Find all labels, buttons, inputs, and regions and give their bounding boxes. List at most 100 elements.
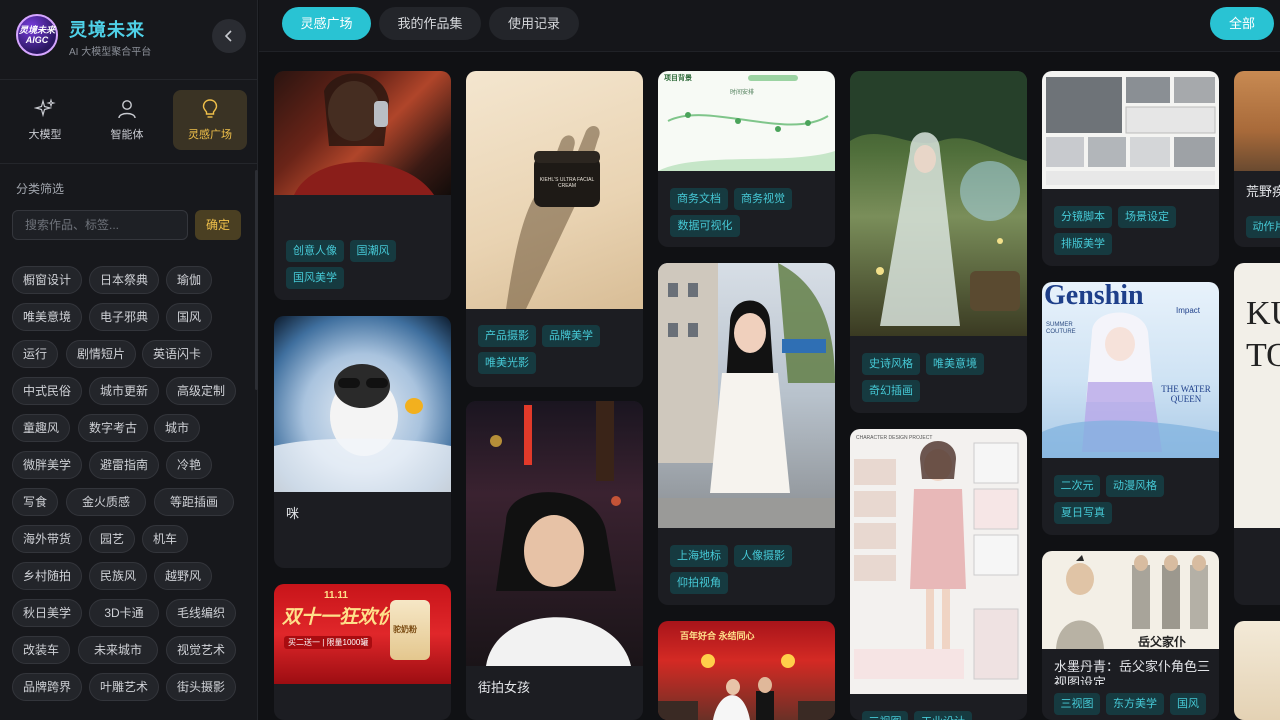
tag-chip[interactable]: 瑜伽 — [166, 266, 212, 294]
style-tag[interactable]: 商务视觉 — [734, 188, 792, 210]
work-card[interactable]: 岳父家仆 水墨丹青：岳父家仆角色三视图设定 三视图 东方美学 国风 — [1042, 551, 1219, 720]
tag-chip[interactable]: 高级定制 — [166, 377, 236, 405]
style-tag[interactable]: 三视图 — [1054, 693, 1100, 715]
style-tag[interactable]: 唯美光影 — [478, 352, 536, 374]
tab-usage-history[interactable]: 使用记录 — [489, 7, 579, 40]
tag-chip[interactable]: 等距插画 — [154, 488, 234, 516]
style-tag[interactable]: 国潮风 — [350, 240, 396, 262]
style-tag[interactable]: 品牌美学 — [542, 325, 600, 347]
work-card[interactable] — [1234, 621, 1280, 720]
style-tag[interactable]: 史诗风格 — [862, 353, 920, 375]
style-tag[interactable]: 奇幻插画 — [862, 380, 920, 402]
tag-chip[interactable]: 城市更新 — [89, 377, 159, 405]
style-tag[interactable]: 上海地标 — [670, 545, 728, 567]
work-card[interactable]: 史诗风格 唯美意境 奇幻插画 — [850, 71, 1027, 413]
style-tag[interactable]: 二次元 — [1054, 475, 1100, 497]
work-card[interactable]: 街拍女孩 — [466, 401, 643, 720]
style-tag[interactable]: 三视图 — [862, 711, 908, 720]
style-tag[interactable]: 动漫风格 — [1106, 475, 1164, 497]
tag-chip[interactable]: 橱窗设计 — [12, 266, 82, 294]
style-tag[interactable]: 国风 — [1170, 693, 1206, 715]
style-tag[interactable]: 场景设定 — [1118, 206, 1176, 228]
tag-chip[interactable]: 毛线编织 — [166, 599, 236, 627]
work-card[interactable]: 分镜脚本 场景设定 排版美学 — [1042, 71, 1219, 266]
style-tag[interactable]: 夏日写真 — [1054, 502, 1112, 524]
tag-chip[interactable]: 冷艳 — [166, 451, 212, 479]
collapse-sidebar-button[interactable] — [212, 19, 246, 53]
work-card[interactable]: 上海地标 人像摄影 仰拍视角 — [658, 263, 835, 605]
style-tag[interactable]: 数据可视化 — [670, 215, 740, 237]
mode-label: 大模型 — [28, 129, 62, 141]
tag-chip[interactable]: 秋日美学 — [12, 599, 82, 627]
work-card[interactable]: 百年好合 永结同心 — [658, 621, 835, 720]
work-card[interactable]: 11.11 双十一狂欢价 买二送一 | 限量1000罐 驼奶粉 — [274, 584, 451, 720]
tag-chip[interactable]: 写食 — [12, 488, 58, 516]
tag-chip[interactable]: 国风 — [166, 303, 212, 331]
style-tag[interactable]: 国风美学 — [286, 267, 344, 289]
sidebar-scrollbar[interactable] — [255, 170, 258, 390]
style-tag[interactable]: 产品摄影 — [478, 325, 536, 347]
style-tag[interactable]: 仰拍视角 — [670, 572, 728, 594]
tag-chip[interactable]: 避雷指南 — [89, 451, 159, 479]
tag-chip[interactable]: 唯美意境 — [12, 303, 82, 331]
mode-agent[interactable]: 智能体 — [90, 90, 164, 150]
style-tag[interactable]: 人像摄影 — [734, 545, 792, 567]
tag-chip[interactable]: 童趣风 — [12, 414, 70, 442]
city-portrait-illustration — [658, 263, 835, 528]
tag-chip[interactable]: 未来城市 — [78, 636, 158, 664]
tag-chip[interactable]: 叶雕艺术 — [89, 673, 159, 701]
brand-logo[interactable]: 灵境未来 AIGC — [16, 14, 58, 56]
tag-chip[interactable]: 视觉艺术 — [166, 636, 236, 664]
style-tag[interactable]: 东方美学 — [1106, 693, 1164, 715]
style-tag[interactable]: 动作片 — [1246, 216, 1280, 238]
tag-chip[interactable]: 剧情短片 — [66, 340, 136, 368]
tag-chip[interactable]: 街头摄影 — [166, 673, 236, 701]
work-card[interactable]: 咪 — [274, 316, 451, 568]
tag-chip[interactable]: 金火质感 — [66, 488, 146, 516]
work-card[interactable]: KIEHL'S ULTRA FACIAL CREAM 产品摄影 品牌美学 唯美光… — [466, 71, 643, 387]
work-card[interactable]: 荒野疾 动作片 — [1234, 71, 1280, 247]
hand-cream-illustration — [506, 125, 600, 309]
work-card[interactable]: CHARACTER DESIGN PROJECT 三视图 工业设计 — [850, 429, 1027, 720]
mode-large-model[interactable]: 大模型 — [8, 90, 82, 150]
tag-chip[interactable]: 日本祭典 — [89, 266, 159, 294]
work-card[interactable]: 项目背景 时间安排 商务文档 商务视觉 数据可视化 — [658, 71, 835, 247]
tag-chip[interactable]: 越野风 — [154, 562, 212, 590]
tag-chip[interactable]: 运行 — [12, 340, 58, 368]
mode-inspiration[interactable]: 灵感广场 — [173, 90, 247, 150]
tag-chip[interactable]: 机车 — [142, 525, 188, 553]
tag-chip[interactable]: 3D卡通 — [89, 599, 159, 627]
timeline-diagram — [658, 75, 835, 171]
tag-chip[interactable]: 中式民俗 — [12, 377, 82, 405]
tag-chip[interactable]: 园艺 — [89, 525, 135, 553]
tag-chip[interactable]: 品牌跨界 — [12, 673, 82, 701]
tag-chip[interactable]: 海外带货 — [12, 525, 82, 553]
tag-chip[interactable]: 数字考古 — [78, 414, 148, 442]
style-tag[interactable]: 排版美学 — [1054, 233, 1112, 255]
sidebar: 灵境未来 AIGC 灵境未来 AI 大模型聚合平台 大模型 智能体 灵感广场 分… — [0, 0, 258, 720]
ink-sheet-signature: 岳父家仆 — [1138, 635, 1187, 649]
magazine-masthead-sub: Impact — [1176, 306, 1201, 315]
style-tag[interactable]: 唯美意境 — [926, 353, 984, 375]
filter-all-button[interactable]: 全部 — [1210, 7, 1274, 40]
work-card[interactable]: 创意人像 国潮风 国风美学 — [274, 71, 451, 300]
tag-chip[interactable]: 微胖美学 — [12, 451, 82, 479]
tab-inspiration-square[interactable]: 灵感广场 — [282, 7, 371, 40]
style-tag[interactable]: 分镜脚本 — [1054, 206, 1112, 228]
style-tag[interactable]: 工业设计 — [914, 711, 972, 720]
style-tag[interactable]: 商务文档 — [670, 188, 728, 210]
storyboard-illustration — [1046, 77, 1216, 185]
tag-search-input[interactable]: 搜索作品、标签... — [12, 210, 188, 240]
tag-chip[interactable]: 电子邪典 — [89, 303, 159, 331]
tab-my-works[interactable]: 我的作品集 — [379, 7, 481, 40]
tag-chip[interactable]: 改装车 — [12, 636, 70, 664]
confirm-button[interactable]: 确定 — [195, 210, 241, 240]
work-card[interactable]: Genshin Impact SUMMER COUTURE THE WATER … — [1042, 282, 1219, 535]
tag-chip[interactable]: 城市 — [154, 414, 200, 442]
tag-chip[interactable]: 民族风 — [89, 562, 147, 590]
tag-chip[interactable]: 乡村随拍 — [12, 562, 82, 590]
tag-chip[interactable]: 英语闪卡 — [142, 340, 212, 368]
character-sheet-illustration — [854, 441, 1019, 680]
style-tag[interactable]: 创意人像 — [286, 240, 344, 262]
work-card[interactable]: KU TO — [1234, 263, 1280, 605]
